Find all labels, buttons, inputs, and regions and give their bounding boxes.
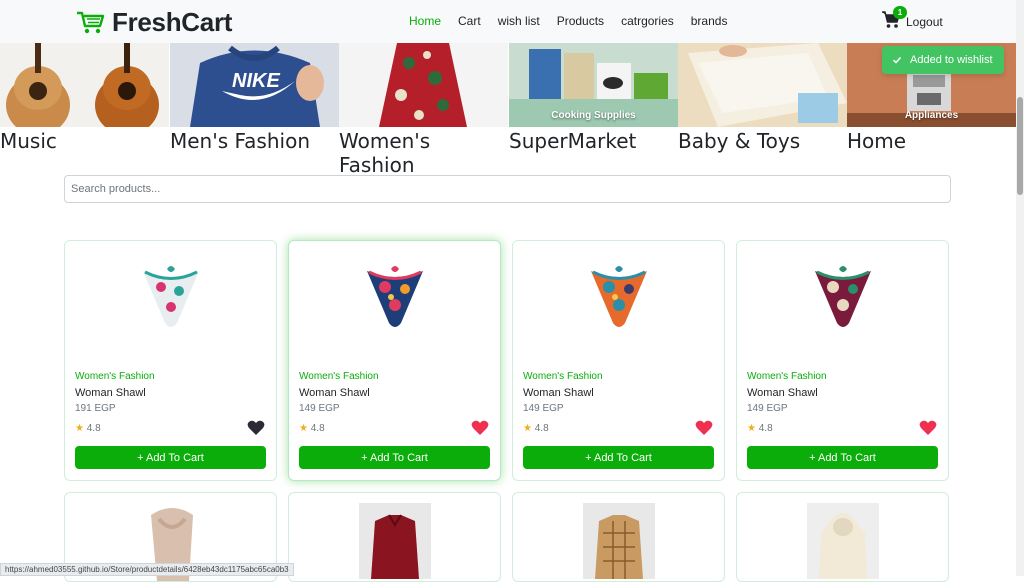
product-rating: ★ 4.8 [75, 423, 101, 434]
category-label: Men's Fashion [170, 129, 310, 153]
category-overlay-text: Cooking Supplies [551, 110, 636, 121]
heart-icon[interactable] [247, 420, 265, 436]
product-card[interactable] [512, 492, 725, 582]
rating-value: 4.8 [758, 423, 773, 434]
product-rating: ★ 4.8 [747, 423, 773, 434]
category-music[interactable]: Music [0, 43, 169, 153]
product-card[interactable]: Women's Fashion Woman Shawl 149 EGP ★ 4.… [512, 240, 725, 481]
add-to-cart-button[interactable]: + Add To Cart [75, 446, 266, 469]
product-card[interactable] [736, 492, 949, 582]
category-label: Music [0, 129, 57, 153]
add-to-cart-button[interactable]: + Add To Cart [523, 446, 714, 469]
product-image [583, 503, 655, 579]
category-baby-toys[interactable]: Baby & Toys [678, 43, 847, 153]
cart-count-badge: 1 [893, 6, 907, 19]
star-icon: ★ [75, 423, 84, 434]
nav-link-cart[interactable]: Cart [458, 14, 481, 28]
scrollbar-thumb[interactable] [1017, 97, 1023, 195]
nav-link-products[interactable]: Products [557, 14, 604, 28]
heart-icon[interactable] [919, 420, 937, 436]
product-image [142, 266, 199, 327]
nav-link-categories[interactable]: catrgories [621, 14, 674, 28]
product-card[interactable]: Women's Fashion Woman Shawl 191 EGP ★ 4.… [64, 240, 277, 481]
product-price: 149 EGP [747, 403, 788, 414]
product-category[interactable]: Women's Fashion [75, 371, 155, 382]
wishlist-toast: Added to wishlist [882, 46, 1004, 74]
category-overlay-text: Appliances [904, 110, 959, 121]
category-image-mens-fashion: NIKE [170, 43, 339, 127]
brand-name: FreshCart [112, 7, 233, 37]
nav-link-wishlist[interactable]: wish list [498, 14, 540, 28]
product-rating: ★ 4.8 [523, 423, 549, 434]
toast-message: Added to wishlist [910, 54, 993, 66]
star-icon: ★ [523, 423, 532, 434]
check-icon [892, 56, 902, 64]
add-to-cart-button[interactable]: + Add To Cart [747, 446, 938, 469]
nav-links: Home Cart wish list Products catrgories … [409, 14, 744, 28]
category-image-womens-fashion [339, 43, 508, 127]
product-card[interactable]: Women's Fashion Woman Shawl 149 EGP ★ 4.… [736, 240, 949, 481]
category-slider: Music NIKE Men's Fashion Women's Fashion… [0, 43, 1016, 177]
category-image-baby-toys [678, 43, 847, 127]
link-status-bar: https://ahmed03555.github.io/Store/produ… [0, 563, 294, 576]
product-image [807, 503, 879, 579]
search-input[interactable] [64, 175, 951, 203]
product-title[interactable]: Woman Shawl [523, 387, 594, 399]
product-card[interactable]: Women's Fashion Woman Shawl 149 EGP ★ 4.… [288, 240, 501, 481]
product-category[interactable]: Women's Fashion [747, 371, 827, 382]
category-mens-fashion[interactable]: NIKE Men's Fashion [170, 43, 339, 153]
navbar: FreshCart Home Cart wish list Products c… [0, 0, 1016, 43]
logout-link[interactable]: Logout [906, 15, 943, 29]
product-rating: ★ 4.8 [299, 423, 325, 434]
category-supermarket[interactable]: Cooking Supplies SuperMarket [509, 43, 678, 153]
page-scrollbar[interactable] [1016, 0, 1024, 576]
add-to-cart-button[interactable]: + Add To Cart [299, 446, 490, 469]
product-image [814, 266, 871, 327]
product-title[interactable]: Woman Shawl [747, 387, 818, 399]
cart-button[interactable]: 1 [881, 6, 907, 34]
product-title[interactable]: Woman Shawl [75, 387, 146, 399]
product-price: 191 EGP [75, 403, 116, 414]
nav-link-brands[interactable]: brands [691, 14, 728, 28]
heart-icon[interactable] [471, 420, 489, 436]
rating-value: 4.8 [310, 423, 325, 434]
category-label: Women's Fashion [339, 129, 431, 177]
product-category[interactable]: Women's Fashion [299, 371, 379, 382]
category-image-supermarket: Cooking Supplies [509, 43, 678, 127]
category-label: Baby & Toys [678, 129, 801, 153]
product-title[interactable]: Woman Shawl [299, 387, 370, 399]
category-label: SuperMarket [509, 129, 637, 153]
product-category[interactable]: Women's Fashion [523, 371, 603, 382]
product-image [359, 503, 431, 579]
product-card[interactable] [288, 492, 501, 582]
product-image [590, 266, 647, 327]
product-image [366, 266, 423, 327]
category-label: Home [847, 129, 907, 153]
category-image-music [0, 43, 169, 127]
brand-logo[interactable]: FreshCart [76, 7, 232, 38]
star-icon: ★ [747, 423, 756, 434]
rating-value: 4.8 [534, 423, 549, 434]
product-price: 149 EGP [523, 403, 564, 414]
category-womens-fashion[interactable]: Women's Fashion [339, 43, 508, 177]
star-icon: ★ [299, 423, 308, 434]
cart-logo-icon [77, 11, 105, 33]
svg-text:NIKE: NIKE [232, 70, 280, 92]
rating-value: 4.8 [86, 423, 101, 434]
nav-link-home[interactable]: Home [409, 14, 441, 28]
heart-icon[interactable] [695, 420, 713, 436]
product-price: 149 EGP [299, 403, 340, 414]
